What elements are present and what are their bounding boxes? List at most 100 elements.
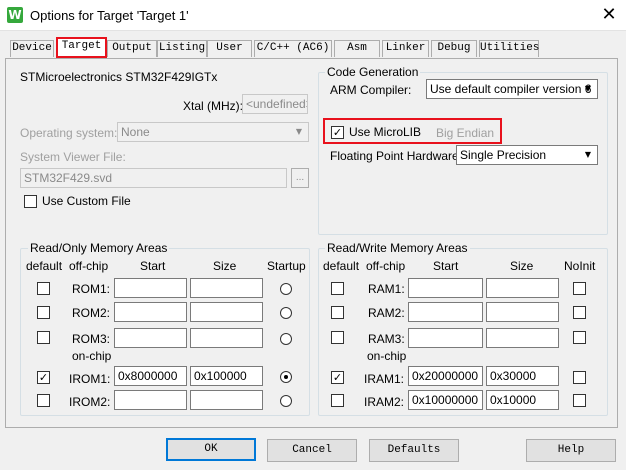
- chevron-down-icon: ▼: [295, 127, 303, 136]
- radio-selected-dot: [284, 375, 288, 379]
- xtal-field[interactable]: <undefined>: [242, 94, 308, 114]
- defaults-button[interactable]: Defaults: [369, 439, 459, 462]
- iram1-noinit-checkbox[interactable]: [573, 371, 586, 384]
- irom2-startup-radio[interactable]: [280, 395, 292, 407]
- ram-header-default: default: [323, 259, 360, 273]
- rom3-startup-radio[interactable]: [280, 333, 292, 345]
- rom2-label: ROM2:: [72, 306, 111, 320]
- close-icon[interactable]: ✕: [598, 4, 620, 26]
- iram2-default-checkbox[interactable]: [331, 394, 344, 407]
- iram2-start-field[interactable]: 0x10000000: [408, 390, 483, 410]
- chevron-down-icon: ▼: [584, 84, 592, 93]
- iram2-noinit-checkbox[interactable]: [573, 394, 586, 407]
- iram1-start-field[interactable]: 0x20000000: [408, 366, 483, 386]
- use-microlib-label: Use MicroLIB: [349, 125, 422, 139]
- fpu-select[interactable]: Single Precision ▼: [456, 145, 598, 165]
- ram2-size-field[interactable]: [486, 302, 559, 322]
- title-bar: W Options for Target 'Target 1' ✕: [0, 0, 626, 31]
- ram-header-offchip: off-chip: [366, 259, 406, 273]
- custom-file-label: Use Custom File: [42, 194, 131, 208]
- device-name: STMicroelectronics STM32F429IGTx: [20, 70, 218, 84]
- rom1-default-checkbox[interactable]: [37, 282, 50, 295]
- tab-utilities[interactable]: Utilities: [479, 40, 539, 57]
- ram3-start-field[interactable]: [408, 328, 483, 348]
- ram-header-start: Start: [433, 259, 459, 273]
- tab-debug[interactable]: Debug: [431, 40, 477, 57]
- code-generation-title: Code Generation: [325, 65, 421, 79]
- use-microlib-checkbox[interactable]: ✓: [331, 126, 344, 139]
- rom3-size-field[interactable]: [190, 328, 263, 348]
- irom2-start-field[interactable]: [114, 390, 187, 410]
- ok-button[interactable]: OK: [166, 438, 256, 461]
- tab-listing[interactable]: Listing: [157, 40, 207, 57]
- irom1-start-field[interactable]: 0x8000000: [114, 366, 187, 386]
- fpu-label: Floating Point Hardware:: [330, 149, 463, 163]
- tab-device[interactable]: Device: [10, 40, 54, 57]
- irom2-default-checkbox[interactable]: [37, 394, 50, 407]
- os-label: Operating system:: [20, 126, 118, 140]
- iram1-label: IRAM1:: [364, 372, 405, 386]
- tab-target[interactable]: Target: [56, 37, 107, 58]
- ram-onchip-label: on-chip: [367, 349, 407, 363]
- rom1-size-field[interactable]: [190, 278, 263, 298]
- svd-label: System Viewer File:: [20, 150, 126, 164]
- rom2-startup-radio[interactable]: [280, 307, 292, 319]
- svd-browse-button[interactable]: ...: [291, 168, 309, 188]
- ram-header-noinit: NoInit: [564, 259, 596, 273]
- arm-compiler-select[interactable]: Use default compiler version 6 ▼: [426, 79, 598, 99]
- irom1-default-checkbox[interactable]: ✓: [37, 371, 50, 384]
- rom2-size-field[interactable]: [190, 302, 263, 322]
- os-value: None: [121, 125, 150, 139]
- ram2-noinit-checkbox[interactable]: [573, 306, 586, 319]
- irom2-size-field[interactable]: [190, 390, 263, 410]
- irom1-label: IROM1:: [69, 372, 111, 386]
- tab-linker[interactable]: Linker: [382, 40, 429, 57]
- cancel-button[interactable]: Cancel: [267, 439, 357, 462]
- ram1-label: RAM1:: [368, 282, 405, 296]
- big-endian-checkbox[interactable]: Big Endian: [436, 126, 494, 140]
- tab-output[interactable]: Output: [107, 40, 157, 57]
- rom1-label: ROM1:: [72, 282, 111, 296]
- rom1-start-field[interactable]: [114, 278, 187, 298]
- custom-file-checkbox[interactable]: [24, 195, 37, 208]
- ram2-default-checkbox[interactable]: [331, 306, 344, 319]
- fpu-value: Single Precision: [460, 148, 547, 162]
- ram1-default-checkbox[interactable]: [331, 282, 344, 295]
- help-button[interactable]: Help: [526, 439, 616, 462]
- ram3-default-checkbox[interactable]: [331, 331, 344, 344]
- rom2-default-checkbox[interactable]: [37, 306, 50, 319]
- iram2-size-field[interactable]: 0x10000: [486, 390, 559, 410]
- ram3-noinit-checkbox[interactable]: [573, 331, 586, 344]
- ram1-start-field[interactable]: [408, 278, 483, 298]
- xtal-label: Xtal (MHz):: [183, 99, 243, 113]
- irom1-size-field[interactable]: 0x100000: [190, 366, 263, 386]
- tab-user[interactable]: User: [207, 40, 252, 57]
- rom3-default-checkbox[interactable]: [37, 331, 50, 344]
- irom1-startup-radio[interactable]: [280, 371, 292, 383]
- iram1-default-checkbox[interactable]: ✓: [331, 371, 344, 384]
- rom2-start-field[interactable]: [114, 302, 187, 322]
- irom2-label: IROM2:: [69, 395, 111, 409]
- arm-compiler-label: ARM Compiler:: [330, 83, 412, 97]
- window-title: Options for Target 'Target 1': [30, 8, 189, 23]
- rom-onchip-label: on-chip: [72, 349, 112, 363]
- ram3-label: RAM3:: [368, 332, 405, 346]
- rom3-start-field[interactable]: [114, 328, 187, 348]
- tab-c-cpp[interactable]: C/C++ (AC6): [254, 40, 332, 57]
- rom-header-size: Size: [213, 259, 237, 273]
- ram-group-title: Read/Write Memory Areas: [325, 241, 470, 255]
- ram2-label: RAM2:: [368, 306, 405, 320]
- ram1-size-field[interactable]: [486, 278, 559, 298]
- chevron-down-icon: ▼: [584, 150, 592, 159]
- rom1-startup-radio[interactable]: [280, 283, 292, 295]
- rom3-label: ROM3:: [72, 332, 111, 346]
- ram3-size-field[interactable]: [486, 328, 559, 348]
- iram1-size-field[interactable]: 0x30000: [486, 366, 559, 386]
- tab-asm[interactable]: Asm: [334, 40, 380, 57]
- os-select[interactable]: None ▼: [117, 122, 309, 142]
- svd-field[interactable]: STM32F429.svd: [20, 168, 287, 188]
- rom-header-offchip: off-chip: [69, 259, 109, 273]
- ram1-noinit-checkbox[interactable]: [573, 282, 586, 295]
- iram2-label: IRAM2:: [364, 395, 405, 409]
- ram2-start-field[interactable]: [408, 302, 483, 322]
